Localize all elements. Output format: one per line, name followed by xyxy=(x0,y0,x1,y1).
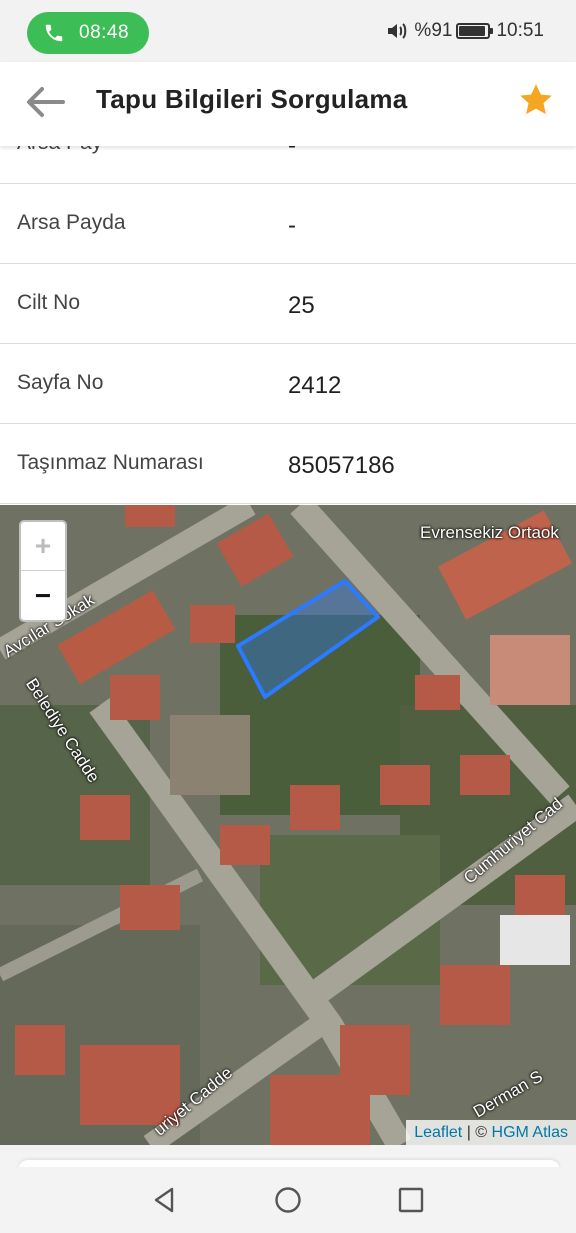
status-icons: %91 10:51 xyxy=(386,20,544,42)
row-label: Taşınmaz Numarası xyxy=(17,451,204,474)
street-label: Evrensekiz Ortaok xyxy=(420,523,559,542)
clock: 10:51 xyxy=(496,20,544,41)
favorite-button[interactable] xyxy=(516,80,556,120)
hgm-atlas-link[interactable]: HGM Atlas xyxy=(492,1124,568,1142)
status-bar: 08:48 %91 10:51 xyxy=(0,0,576,62)
ongoing-call-pill[interactable]: 08:48 xyxy=(27,12,149,54)
phone-icon xyxy=(45,24,63,42)
page-title: Tapu Bilgileri Sorgulama xyxy=(96,84,408,114)
row-value: - xyxy=(288,212,296,239)
star-icon xyxy=(520,84,552,115)
info-row-tasinmaz-numarasi: Taşınmaz Numarası 85057186 xyxy=(0,424,576,504)
row-value: 85057186 xyxy=(288,452,395,479)
zoom-out-button[interactable]: − xyxy=(21,571,65,620)
battery-percent: %91 xyxy=(414,20,453,41)
leaflet-link[interactable]: Leaflet xyxy=(414,1124,462,1142)
call-duration: 08:48 xyxy=(79,22,130,43)
info-row-arsa-payda: Arsa Payda - xyxy=(0,184,576,264)
attribution-separator: | © xyxy=(462,1123,492,1141)
arrow-left-icon xyxy=(27,87,65,117)
parcel-info-list: Arsa Pay - Arsa Payda - Cilt No 25 Sayfa… xyxy=(0,104,576,504)
map-zoom-control: + − xyxy=(19,520,67,622)
nav-home-icon[interactable] xyxy=(273,1185,303,1215)
info-row-sayfa-no: Sayfa No 2412 xyxy=(0,344,576,424)
system-navigation-bar xyxy=(0,1167,576,1233)
row-label: Arsa Payda xyxy=(17,211,126,234)
row-label: Sayfa No xyxy=(17,371,104,394)
zoom-in-button[interactable]: + xyxy=(21,522,65,571)
nav-recents-icon[interactable] xyxy=(396,1185,426,1215)
parcel-map[interactable]: Avcılar Sokak Belediye Cadde Evrensekiz … xyxy=(0,505,576,1145)
row-value: 2412 xyxy=(288,372,342,399)
app-bar: Tapu Bilgileri Sorgulama xyxy=(0,62,576,146)
back-button[interactable] xyxy=(22,82,68,122)
battery-icon xyxy=(456,23,494,39)
info-row-cilt-no: Cilt No 25 xyxy=(0,264,576,344)
volume-icon xyxy=(388,23,407,39)
row-label: Cilt No xyxy=(17,291,81,314)
nav-back-icon[interactable] xyxy=(150,1185,180,1215)
row-value: 25 xyxy=(288,292,315,319)
map-attribution: Leaflet | © HGM Atlas xyxy=(406,1120,576,1145)
